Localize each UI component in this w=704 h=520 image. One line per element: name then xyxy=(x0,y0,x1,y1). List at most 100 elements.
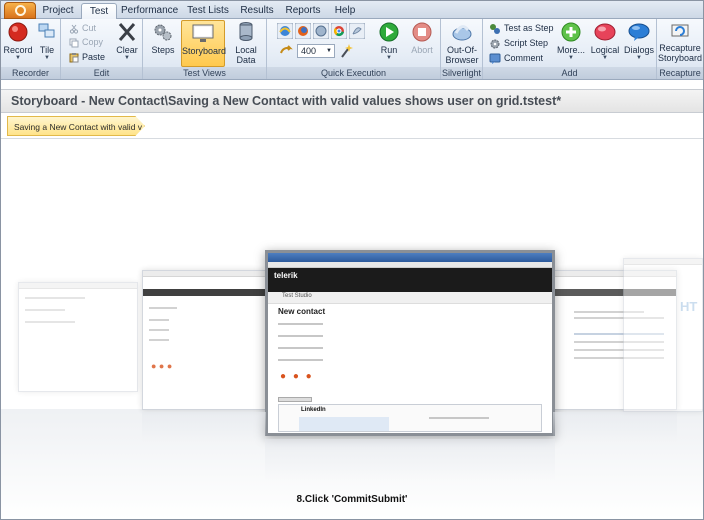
group-recorder: Record ▼ Tile ▼ Recorder xyxy=(1,19,61,79)
chevron-down-icon: ▼ xyxy=(326,48,332,54)
logical-icon xyxy=(594,23,616,41)
cut-label: Cut xyxy=(82,23,97,33)
breadcrumb[interactable]: Saving a New Contact with valid v... xyxy=(7,116,145,136)
dialogs-button[interactable]: Dialogs ▼ xyxy=(623,21,655,65)
page-title: Storyboard - New Contact\Saving a New Co… xyxy=(1,89,703,113)
speed-select[interactable]: 400 ▼ xyxy=(297,44,335,58)
thumbnail-line xyxy=(429,417,489,419)
chevron-down-icon: ▼ xyxy=(636,55,642,61)
comment-icon xyxy=(489,53,501,64)
recapture-storyboard-button[interactable]: Recapture Storyboard xyxy=(658,21,702,65)
tab-help[interactable]: Help xyxy=(331,3,359,19)
thumbnail-line xyxy=(25,297,85,299)
storyboard-button[interactable]: Storyboard xyxy=(181,20,226,67)
group-edit: Cut Copy Paste Clear ▼ Edit xyxy=(61,19,143,79)
application-menu-button[interactable] xyxy=(4,2,36,19)
ribbon: Record ▼ Tile ▼ Recorder Cut Copy Paste … xyxy=(1,19,703,80)
abort-button[interactable]: Abort xyxy=(407,21,437,65)
clear-x-icon xyxy=(118,23,136,41)
thumbnail-line xyxy=(149,307,177,309)
thumbnail-navbar: telerik xyxy=(268,268,552,292)
current-step-caption: 8.Click 'CommitSubmit' xyxy=(296,494,408,505)
firefox-browser-icon[interactable] xyxy=(295,23,311,39)
thumbnail-line xyxy=(149,319,169,321)
thumbnail-subtitle-bar: Test Studio xyxy=(268,292,552,304)
stop-icon xyxy=(412,22,432,42)
chevron-down-icon: ▼ xyxy=(124,55,130,61)
highlight-wand-icon[interactable] xyxy=(339,43,353,59)
cut-button[interactable]: Cut xyxy=(69,22,96,35)
chrome-browser-icon[interactable] xyxy=(331,23,347,39)
comment-button[interactable]: Comment xyxy=(489,52,543,65)
group-add: Test as Step Script Step Comment More...… xyxy=(483,19,657,79)
logical-button[interactable]: Logical ▼ xyxy=(589,21,621,65)
tab-performance[interactable]: Performance xyxy=(121,3,178,19)
thumbnail-toolbar xyxy=(624,259,702,265)
silverlight-browser-icon[interactable] xyxy=(349,23,365,39)
speed-value: 400 xyxy=(301,46,317,56)
group-recapture: Recapture Storyboard Recapture xyxy=(657,19,703,79)
local-data-button[interactable]: Local Data xyxy=(227,21,265,65)
tile-button[interactable]: Tile ▼ xyxy=(35,21,59,65)
test-as-step-button[interactable]: Test as Step xyxy=(489,22,554,35)
clear-label: Clear xyxy=(116,45,138,55)
storyboard-thumbnail[interactable]: HT xyxy=(623,258,703,412)
silverlight-icon xyxy=(452,25,472,41)
chevron-down-icon: ▼ xyxy=(602,55,608,61)
run-button[interactable]: Run ▼ xyxy=(375,21,403,65)
test-as-step-label: Test as Step xyxy=(504,23,554,33)
thumbnail-toolbar xyxy=(143,271,265,277)
ribbon-tab-strip: Project Test Performance Test Lists Resu… xyxy=(1,1,703,19)
paste-label: Paste xyxy=(82,52,106,62)
script-step-button[interactable]: Script Step xyxy=(489,37,548,50)
more-button[interactable]: More... ▼ xyxy=(555,21,587,65)
tile-label: Tile xyxy=(39,45,55,55)
run-label: Run xyxy=(380,45,398,55)
group-label-edit: Edit xyxy=(61,67,142,79)
chevron-down-icon: ▼ xyxy=(15,55,21,61)
group-quick-execution: 400 ▼ Run ▼ Abort Quick Execution xyxy=(267,19,441,79)
thumbnail-field xyxy=(278,359,323,361)
thumbnail-linkedin-label: LinkedIn xyxy=(301,407,326,413)
local-data-label: Local Data xyxy=(235,45,257,65)
storyboard-thumbnail[interactable] xyxy=(18,282,138,392)
tab-test-lists[interactable]: Test Lists xyxy=(183,3,233,19)
tab-reports[interactable]: Reports xyxy=(283,3,323,19)
record-button[interactable]: Record ▼ xyxy=(3,21,33,65)
abort-label: Abort xyxy=(411,45,433,55)
thumbnail-line xyxy=(149,339,169,341)
gears-icon xyxy=(154,24,172,41)
ie-browser-icon[interactable] xyxy=(277,23,293,39)
group-test-views: Steps Storyboard Local Data Test Views xyxy=(143,19,267,79)
safari-browser-icon[interactable] xyxy=(313,23,329,39)
tab-test[interactable]: Test xyxy=(81,3,117,19)
record-icon xyxy=(8,22,28,42)
tile-icon xyxy=(38,23,55,38)
copy-icon xyxy=(69,38,79,47)
tab-results[interactable]: Results xyxy=(239,3,275,19)
database-icon xyxy=(239,22,253,41)
copy-button[interactable]: Copy xyxy=(69,36,103,49)
thumbnail-titlebar xyxy=(268,253,552,262)
add-plus-icon xyxy=(561,22,581,42)
chevron-down-icon: ▼ xyxy=(386,55,392,61)
thumbnail-brand: telerik xyxy=(274,271,298,280)
more-label: More... xyxy=(556,45,585,55)
storyboard-current-step-screenshot[interactable]: telerik Test Studio New contact ● ● ● Li… xyxy=(265,250,555,436)
script-gear-icon xyxy=(490,39,500,48)
out-of-browser-button[interactable]: Out-Of-Browser xyxy=(442,21,482,65)
thumbnail-logo: HT xyxy=(680,299,698,314)
tab-project[interactable]: Project xyxy=(39,3,77,19)
group-silverlight: Out-Of-Browser Silverlight xyxy=(441,19,483,79)
thumbnail-commit-button xyxy=(278,397,312,402)
storyboard-canvas[interactable]: ● ● ● HT telerik Test Studio New contact… xyxy=(1,139,703,519)
play-icon xyxy=(379,22,399,42)
thumbnail-toolbar xyxy=(19,283,137,289)
out-of-browser-label: Out-Of-Browser xyxy=(445,45,479,65)
clear-button[interactable]: Clear ▼ xyxy=(113,21,141,65)
steps-button[interactable]: Steps xyxy=(147,21,179,65)
group-label-recorder: Recorder xyxy=(1,67,60,79)
thumbnail-line xyxy=(149,329,169,331)
paste-button[interactable]: Paste xyxy=(69,51,105,64)
storyboard-thumbnail[interactable]: ● ● ● xyxy=(142,270,266,410)
